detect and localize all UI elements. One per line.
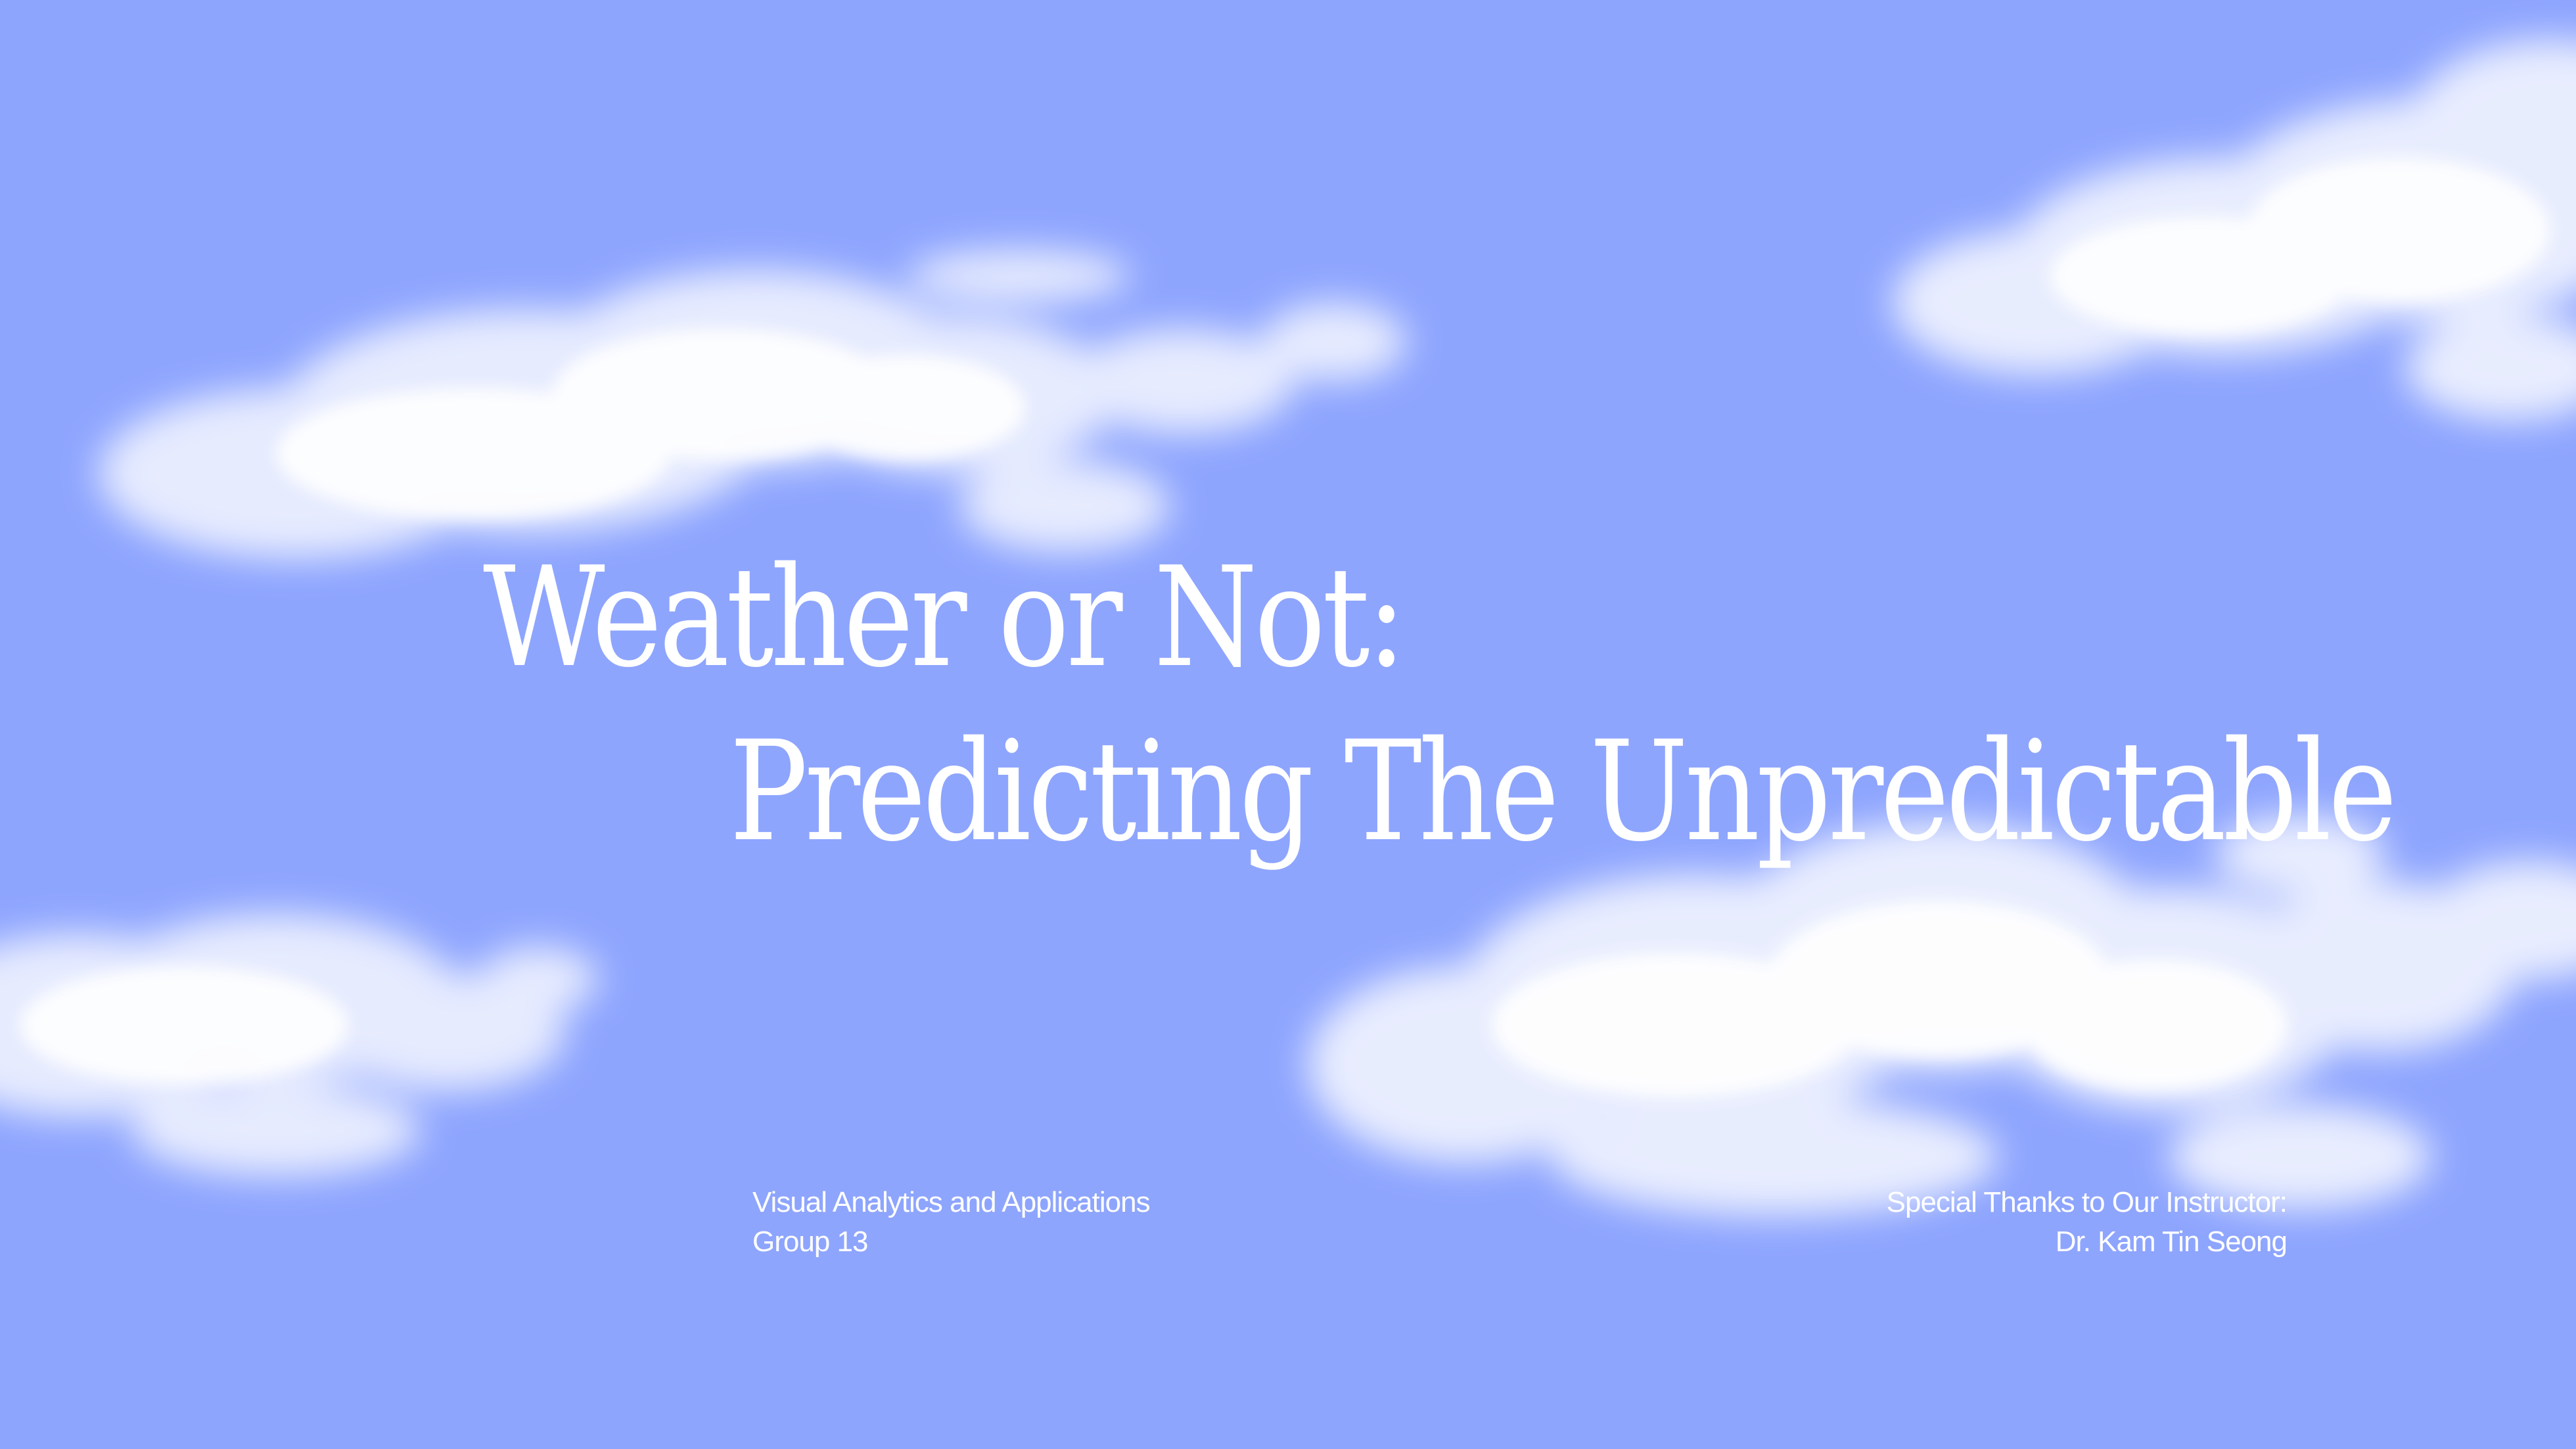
cloud-top-left [99,250,1406,559]
cloud-bottom-right [1308,815,2576,1216]
course-info: Visual Analytics and Applications Group … [752,1183,1151,1262]
group-number: Group 13 [752,1226,868,1258]
title-line-1: Weather or Not: [483,537,1406,698]
cloud-top-right [1893,39,2576,421]
instructor-name: Dr. Kam Tin Seong [2055,1226,2288,1258]
acknowledgement: Special Thanks to Our Instructor: Dr. Ka… [1886,1183,2288,1262]
course-name: Visual Analytics and Applications [752,1186,1151,1218]
cloud-bottom-left [0,913,598,1176]
title-line-2: Predicting The Unpredictable [729,711,2397,872]
acknowledgement-heading: Special Thanks to Our Instructor: [1886,1186,2288,1218]
